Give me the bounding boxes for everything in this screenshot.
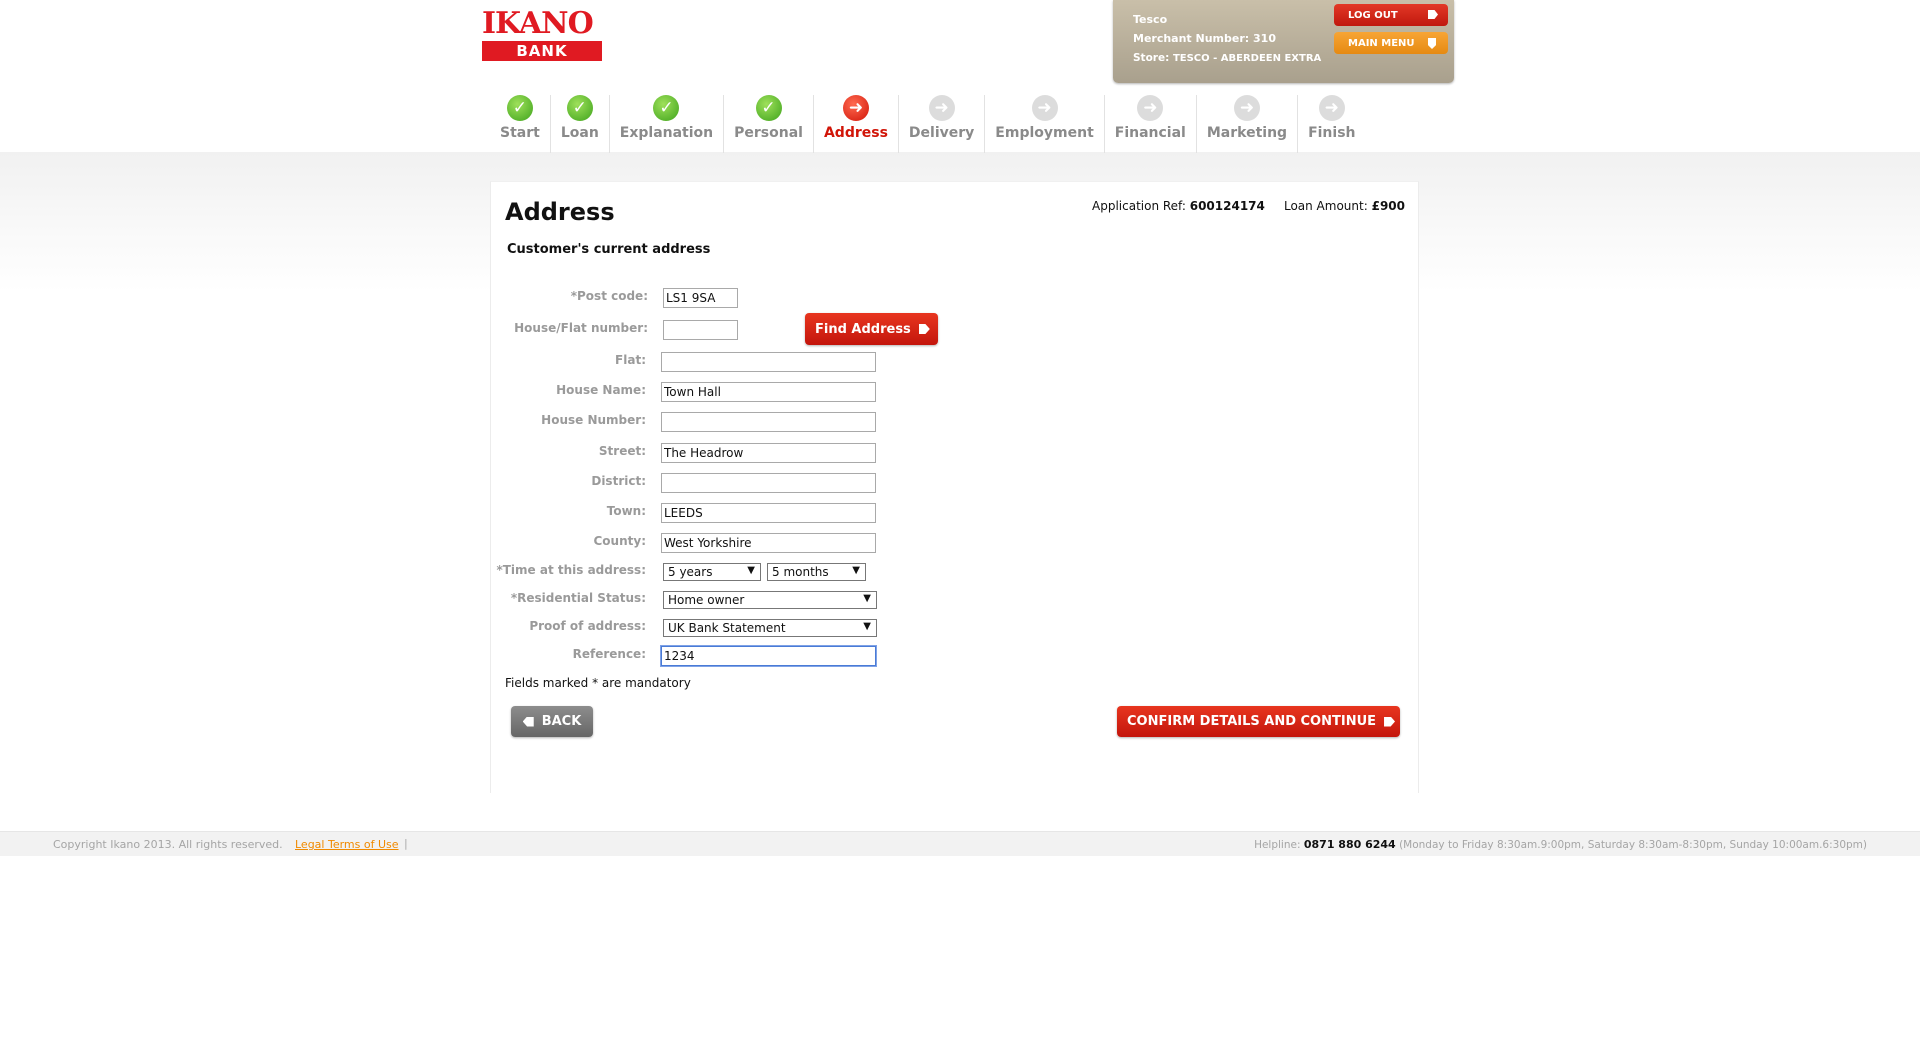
postcode-label: *Post code: [570,289,648,303]
time-at-address-label: *Time at this address: [496,563,646,577]
progress-steps: ✓ Start ✓ Loan ✓ Explanation ✓ Personal … [490,95,1366,153]
helpline-info: Helpline: 0871 880 6244 (Monday to Frida… [1254,838,1867,851]
arrow-right-icon: ➜ [1137,95,1164,121]
step-label: Marketing [1206,125,1288,141]
postcode-input[interactable] [663,288,738,308]
main-menu-button[interactable]: MAIN MENU [1334,32,1448,54]
merchant-info-panel: Tesco Merchant Number: 310 Store: TESCO … [1113,0,1454,83]
residential-status-label: *Residential Status: [510,591,646,605]
step-label: Personal [734,125,803,141]
application-ref: 600124174 [1189,199,1265,213]
footer-separator: | [404,837,408,850]
reference-label: Reference: [572,647,646,661]
section-subheading: Customer's current address [507,242,711,257]
house-flat-number-input[interactable] [663,320,738,340]
step-label: Financial [1114,125,1186,141]
step-marketing[interactable]: ➜ Marketing [1197,95,1299,153]
arrow-left-icon [522,716,534,727]
find-address-button[interactable]: Find Address [805,313,938,345]
arrow-right-icon [918,324,930,334]
flat-label: Flat: [615,353,646,367]
arrow-right-icon [1384,716,1396,727]
copyright-text: Copyright Ikano 2013. All rights reserve… [53,838,283,851]
chevron-down-icon: ▼ [852,565,860,576]
arrow-right-icon [1428,10,1438,19]
step-personal[interactable]: ✓ Personal [724,95,814,153]
county-label: County: [593,534,647,548]
merchant-name: Tesco [1133,13,1168,26]
step-explanation[interactable]: ✓ Explanation [610,95,725,153]
arrow-right-icon: ➜ [1233,95,1260,121]
step-employment[interactable]: ➜ Employment [985,95,1105,153]
street-input[interactable] [661,443,876,463]
loan-amount: £900 [1371,199,1405,213]
house-number-input[interactable] [661,412,876,432]
step-finish[interactable]: ➜ Finish [1298,95,1365,153]
legal-terms-link[interactable]: Legal Terms of Use [295,838,399,851]
store-info: Store: TESCO - ABERDEEN EXTRA [1133,52,1322,64]
time-years-select[interactable]: 5 years ▼ [663,563,761,581]
chevron-down-icon: ▼ [863,593,871,604]
step-address[interactable]: ➜ Address [814,95,899,153]
street-label: Street: [598,444,646,458]
arrow-right-icon: ➜ [842,95,869,121]
check-icon: ✓ [755,95,782,121]
step-start[interactable]: ✓ Start [490,95,551,153]
step-label: Start [500,125,540,141]
residential-status-select[interactable]: Home owner ▼ [663,591,877,609]
application-summary: Application Ref: 600124174 Loan Amount: … [1092,199,1405,213]
house-name-label: House Name: [556,383,646,397]
confirm-continue-button[interactable]: CONFIRM DETAILS AND CONTINUE [1117,706,1400,737]
reference-input[interactable] [660,645,877,667]
chevron-down-icon [1428,38,1436,49]
district-input[interactable] [661,473,876,493]
step-loan[interactable]: ✓ Loan [551,95,610,153]
step-label: Delivery [908,125,975,141]
merchant-number: Merchant Number: 310 [1133,32,1276,45]
flat-input[interactable] [661,352,876,372]
proof-of-address-select[interactable]: UK Bank Statement ▼ [663,619,877,637]
logo-subtext: BANK [482,41,602,61]
house-flat-number-label: House/Flat number: [514,321,648,335]
footer: Copyright Ikano 2013. All rights reserve… [0,831,1920,856]
logout-button[interactable]: LOG OUT [1334,4,1448,26]
chevron-down-icon: ▼ [747,565,755,576]
town-label: Town: [606,504,646,518]
mandatory-note: Fields marked * are mandatory [505,676,691,690]
logo-text: IKANO [482,6,594,41]
arrow-right-icon: ➜ [928,95,955,121]
address-form-panel: Address Application Ref: 600124174 Loan … [490,181,1419,793]
step-label: Finish [1308,125,1356,141]
helpline-number: 0871 880 6244 [1303,838,1396,851]
check-icon: ✓ [653,95,680,121]
check-icon: ✓ [566,95,593,121]
step-label: Address [823,125,888,141]
arrow-right-icon: ➜ [1031,95,1058,121]
step-label: Employment [995,125,1094,141]
back-button[interactable]: BACK [511,706,593,737]
time-months-select[interactable]: 5 months ▼ [767,563,866,581]
step-delivery[interactable]: ➜ Delivery [899,95,986,153]
house-name-input[interactable] [661,382,876,402]
chevron-down-icon: ▼ [863,621,871,632]
proof-of-address-label: Proof of address: [529,619,646,633]
step-label: Explanation [619,125,714,141]
page-title: Address [505,198,615,226]
check-icon: ✓ [506,95,533,121]
arrow-right-icon: ➜ [1318,95,1345,121]
step-financial[interactable]: ➜ Financial [1105,95,1197,153]
district-label: District: [591,474,646,488]
ikano-bank-logo: IKANO BANK [482,9,602,61]
house-number-label: House Number: [541,413,646,427]
step-label: Loan [560,125,599,141]
county-input[interactable] [661,533,876,553]
town-input[interactable] [661,503,876,523]
